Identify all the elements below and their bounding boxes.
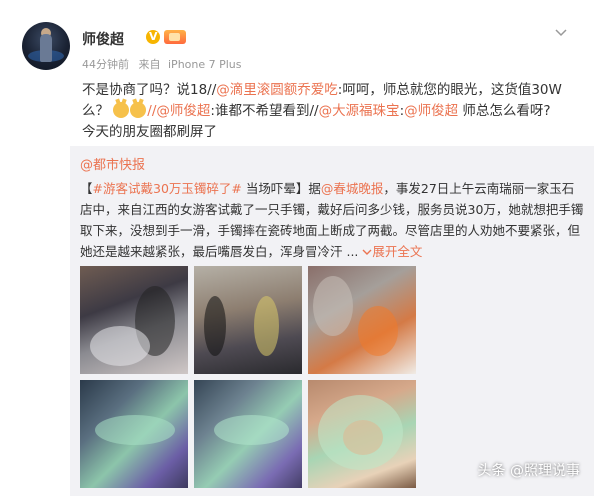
photo-thumbnail[interactable] [194,266,302,374]
photo-thumbnail[interactable] [80,266,188,374]
mention-link[interactable]: @师俊超 [404,103,458,119]
text-segment: 今天的朋友圈都刷屏了 [82,124,217,140]
expand-link[interactable]: 展开全文 [358,244,422,259]
text-segment: 师总怎么看呀? [458,103,551,119]
text-segment: 不是协商了吗？说18// [82,82,217,98]
mention-link[interactable]: //@师俊超 [147,103,210,119]
hashtag-link[interactable]: #游客试戴30万玉镯碎了# [93,181,242,196]
mention-link[interactable]: @春城晚报 [321,181,384,196]
photo-thumbnail[interactable] [80,380,188,488]
post-text: 不是协商了吗？说18//@滴里滚圆额乔爱吃:呵呵，师总就您的眼光，这货值30W么… [82,80,582,143]
text-segment: 当场吓晕】据 [241,181,321,196]
watermark-text: 头条 @照理说事 [477,463,580,479]
source-prefix: 来自 [138,58,161,71]
repost-card[interactable]: @都市快报 【#游客试戴30万玉镯碎了# 当场吓晕】据@春城晚报，事发27日上午… [70,146,594,496]
avatar[interactable] [22,22,70,70]
post-header: 师俊超 44分钟前 来自 iPhone 7 Plus [22,22,572,72]
cat-face-icon [113,102,130,118]
post-source: iPhone 7 Plus [168,58,242,71]
text-segment: :谁都不希望看到// [210,103,319,119]
repost-text: 【#游客试戴30万玉镯碎了# 当场吓晕】据@春城晚报，事发27日上午云南瑞丽一家… [80,178,586,262]
chevron-down-icon [362,249,372,255]
photo-thumbnail[interactable] [308,380,416,488]
mention-link[interactable]: @滴里滚圆额乔爱吃 [216,82,338,98]
photo-thumbnail[interactable] [308,266,416,374]
user-name[interactable]: 师俊超 [82,29,124,49]
chevron-down-icon[interactable] [554,26,568,40]
cat-face-icon [130,102,147,118]
post-time[interactable]: 44分钟前 [82,58,129,71]
repost-author[interactable]: @都市快报 [80,154,145,173]
mention-link[interactable]: @大源福珠宝 [319,103,400,119]
verified-icon [146,30,160,44]
post-meta: 44分钟前 来自 iPhone 7 Plus [82,56,242,72]
photo-thumbnail[interactable] [194,380,302,488]
member-badge-icon[interactable] [164,30,186,44]
expand-label: 展开全文 [372,244,423,259]
text-segment: 【 [80,181,93,196]
